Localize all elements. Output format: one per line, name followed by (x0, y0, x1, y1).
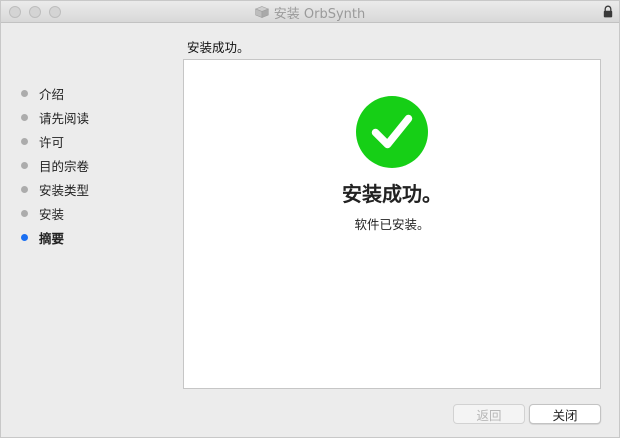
step-installation: 安装 (19, 201, 169, 225)
step-indicator-dot (21, 137, 28, 145)
step-installation-type: 安装类型 (19, 177, 169, 201)
step-indicator-dot-active (21, 233, 28, 241)
back-button[interactable]: 返回 (453, 404, 525, 424)
step-label: 目的宗卷 (39, 158, 90, 174)
installer-steps: 介绍 请先阅读 许可 目的宗卷 安装类型 安装 摘要 (19, 81, 169, 249)
lock-icon[interactable] (603, 5, 613, 18)
step-indicator-dot (21, 185, 28, 193)
step-label: 介绍 (39, 86, 65, 102)
step-summary: 摘要 (19, 225, 169, 249)
step-indicator-dot (21, 89, 28, 97)
content-panel: 安装成功。 软件已安装。 (183, 59, 601, 389)
step-license: 许可 (19, 129, 169, 153)
installer-window: 安装 OrbSynth 介绍 请先阅读 许可 目的宗卷 安装类型 安装 摘要 安… (0, 0, 620, 438)
step-introduction: 介绍 (19, 81, 169, 105)
window-title: 安装 OrbSynth (273, 6, 366, 22)
step-label: 安装类型 (39, 182, 90, 198)
close-button[interactable]: 关闭 (529, 404, 601, 424)
step-indicator-dot (21, 209, 28, 217)
window-title-group: 安装 OrbSynth (1, 1, 619, 23)
step-indicator-dot (21, 113, 28, 121)
success-title: 安装成功。 (342, 182, 442, 206)
success-subtitle: 软件已安装。 (354, 217, 430, 232)
step-indicator-dot (21, 161, 28, 169)
step-label: 请先阅读 (39, 110, 90, 126)
page-heading: 安装成功。 (187, 40, 250, 55)
step-destination: 目的宗卷 (19, 153, 169, 177)
package-icon (254, 6, 269, 18)
step-label: 许可 (39, 134, 65, 150)
step-label: 安装 (39, 206, 65, 222)
checkmark-circle-icon (356, 96, 428, 168)
title-bar[interactable]: 安装 OrbSynth (1, 1, 619, 23)
step-read-me: 请先阅读 (19, 105, 169, 129)
step-label: 摘要 (39, 230, 65, 246)
